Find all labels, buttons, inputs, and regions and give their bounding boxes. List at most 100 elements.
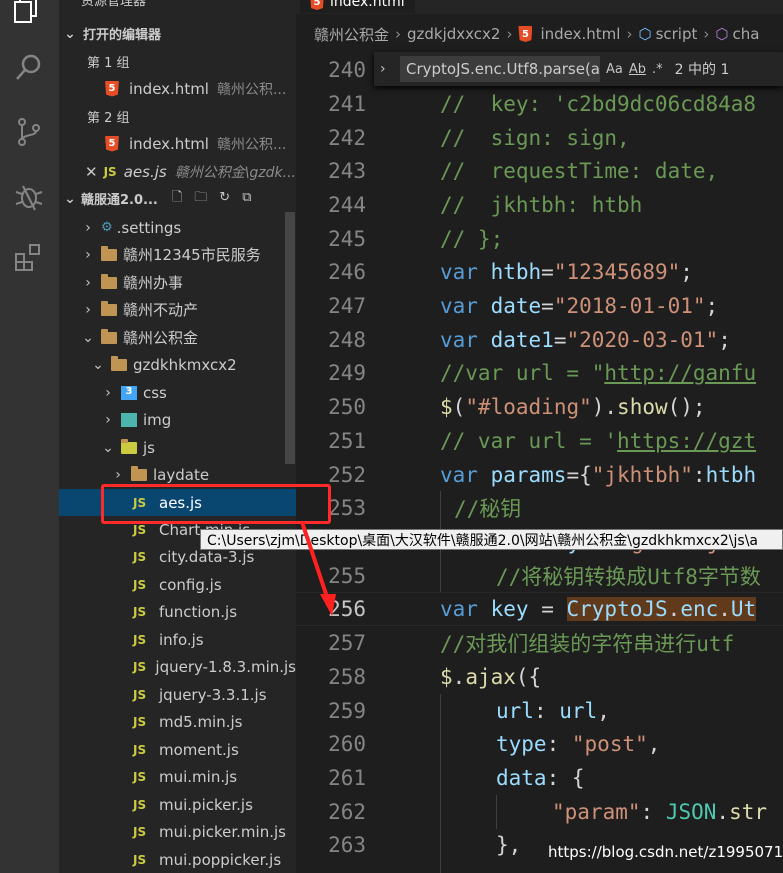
source-control-icon[interactable] <box>11 114 47 150</box>
open-editor-item[interactable]: ✕ JS aes.js 赣州公积金\gzdk... <box>59 158 296 185</box>
tree-folder[interactable]: › img <box>59 406 296 433</box>
code-line: 245// }; <box>328 227 504 251</box>
folder-icon <box>101 300 117 316</box>
code-line: 244// jkhtbh: htbh <box>328 193 643 217</box>
chevron-right-icon: › <box>85 274 91 291</box>
extensions-icon[interactable] <box>11 240 47 276</box>
path-tooltip: C:\Users\zjm\Desktop\桌面\大汉软件\赣服通2.0\网站\赣… <box>200 529 783 550</box>
search-icon[interactable] <box>11 50 47 86</box>
html-file-icon: 5 <box>105 80 119 97</box>
code-editor: 5 index.html 赣州公积金 › gzdkjdxxcx2 › 5 index.h… <box>296 0 783 873</box>
code-line: 258 $.ajax({ <box>328 665 542 689</box>
close-icon[interactable]: ✕ <box>85 163 98 181</box>
breadcrumb: 赣州公积金 › gzdkjdxxcx2 › 5 index.html › ⬡ script… <box>314 24 760 45</box>
indent-guide <box>440 694 441 873</box>
group-1-label: 第 1 组 <box>87 56 130 71</box>
js-file-icon: JS <box>133 742 147 757</box>
chevron-right-icon[interactable]: › <box>380 61 386 77</box>
image-folder-icon <box>121 412 137 427</box>
folder-icon <box>131 465 147 481</box>
tree-file[interactable]: JS info.js <box>59 626 296 653</box>
breadcrumb-item[interactable]: cha <box>732 25 759 43</box>
folder-open-icon <box>111 355 127 371</box>
match-word-toggle[interactable]: Ab <box>629 62 646 77</box>
match-count: 2 中的 1 <box>674 62 730 78</box>
code-line-active: 256 var key = CryptoJS.enc.Ut <box>296 592 783 626</box>
breadcrumb-item[interactable]: 赣州公积金 <box>314 24 389 45</box>
tree-file[interactable]: JS config.js <box>59 571 296 598</box>
explorer-icon[interactable] <box>11 0 47 28</box>
watermark: https://blog.csdn.net/z19950712 <box>548 843 783 861</box>
tree-folder[interactable]: › 赣州12345市民服务 <box>59 241 296 268</box>
sidebar-scrollbar[interactable] <box>285 212 295 464</box>
chevron-right-icon: › <box>105 411 111 428</box>
js-file-icon: JS <box>133 604 147 619</box>
code-line: 248 var date1="2020-03-01"; <box>328 328 731 352</box>
tree-folder[interactable]: › ⚙ .settings <box>59 214 296 241</box>
tree-file[interactable]: JS mui.poppicker.js <box>59 846 296 873</box>
chevron-right-icon: › <box>85 301 91 318</box>
open-editor-item[interactable]: 5 index.html 赣州公积... <box>59 130 296 157</box>
tree-folder[interactable]: › 3 css <box>59 379 296 406</box>
tree-file[interactable]: JS jquery-3.3.1.js <box>59 681 296 708</box>
chevron-down-icon: ⌄ <box>64 25 76 42</box>
code-line: 259 url: url, <box>328 699 610 723</box>
js-file-icon: JS <box>133 632 147 647</box>
chevron-down-icon: ⌄ <box>102 439 114 456</box>
code-line: 262 "param": JSON.str <box>328 800 767 824</box>
debug-icon[interactable] <box>11 178 47 214</box>
group-2-label: 第 2 组 <box>87 111 130 126</box>
match-case-toggle[interactable]: Aa <box>606 62 623 77</box>
tree-file[interactable]: JS mui.min.js <box>59 763 296 790</box>
code-line: 251// var url = 'https://gzt <box>328 429 757 453</box>
js-file-icon: JS <box>133 549 147 564</box>
find-input[interactable]: CryptoJS.enc.Utf8.parse(aes <box>400 56 600 82</box>
folder-open-icon <box>101 328 117 344</box>
explorer-toolbar[interactable]: 🗋🗀↻⧉ <box>172 188 264 210</box>
breadcrumb-item[interactable]: gzdkjdxxcx2 <box>407 25 500 43</box>
code-line: 249//var url = "http://ganfu <box>328 361 757 385</box>
tree-folder-open[interactable]: ⌄ 赣州公积金 <box>59 324 296 351</box>
tree-folder[interactable]: › 赣州不动产 <box>59 296 296 323</box>
folder-icon <box>101 245 117 261</box>
js-file-icon: JS <box>133 659 147 674</box>
code-line: 247 var date="2018-01-01"; <box>328 294 719 318</box>
breadcrumb-item[interactable]: script <box>656 25 698 43</box>
tree-folder[interactable]: › 赣州办事 <box>59 269 296 296</box>
tree-file[interactable]: JS mui.picker.min.js <box>59 818 296 845</box>
html-file-icon: 5 <box>310 0 324 10</box>
regex-toggle[interactable]: .* <box>652 62 663 77</box>
tree-folder-open[interactable]: ⌄ gzdkhkmxcx2 <box>59 351 296 378</box>
annotation-highlight-box <box>101 484 331 524</box>
tree-file[interactable]: JS function.js <box>59 598 296 625</box>
code-line: 241// key: 'c2bd9dc06cd84a8 <box>328 92 757 116</box>
editor-tab[interactable]: 5 index.html <box>300 0 415 13</box>
tree-file[interactable]: JS moment.js <box>59 736 296 763</box>
code-line: 242// sign: sign, <box>328 126 630 150</box>
js-file-icon: JS <box>133 714 147 729</box>
js-file-icon: JS <box>103 164 117 179</box>
css-folder-icon: 3 <box>121 385 137 400</box>
js-file-icon: JS <box>133 522 147 537</box>
chevron-right-icon: › <box>85 219 91 236</box>
code-line: 253//秘钥 <box>328 496 522 521</box>
chevron-right-icon: › <box>85 246 91 263</box>
tree-file[interactable]: JS md5.min.js <box>59 708 296 735</box>
js-file-icon: JS <box>133 687 147 702</box>
tree-file[interactable]: JS mui.picker.js <box>59 791 296 818</box>
open-editor-item[interactable]: 5 index.html 赣州公积... <box>59 75 296 102</box>
code-line: 243// requestTime: date, <box>328 159 719 183</box>
breadcrumb-item[interactable]: index.html <box>540 25 620 43</box>
explorer-title: 资源管理器 <box>81 0 147 9</box>
code-line: 260 type: "post", <box>328 732 661 756</box>
project-header[interactable]: ⌄ 赣服通2.0... 🗋🗀↻⧉ <box>59 185 296 212</box>
tree-folder-open[interactable]: ⌄ js <box>59 434 296 461</box>
indent-guide <box>496 795 497 829</box>
html-file-icon: 5 <box>105 135 119 152</box>
editor-tab-bar: 5 index.html <box>296 0 783 14</box>
open-editors-header[interactable]: ⌄ 打开的编辑器 <box>59 20 296 47</box>
js-folder-icon <box>121 438 137 454</box>
cube-icon: ⬡ <box>638 25 652 43</box>
tree-file[interactable]: JS jquery-1.8.3.min.js <box>59 653 296 680</box>
js-file-icon: JS <box>133 577 147 592</box>
